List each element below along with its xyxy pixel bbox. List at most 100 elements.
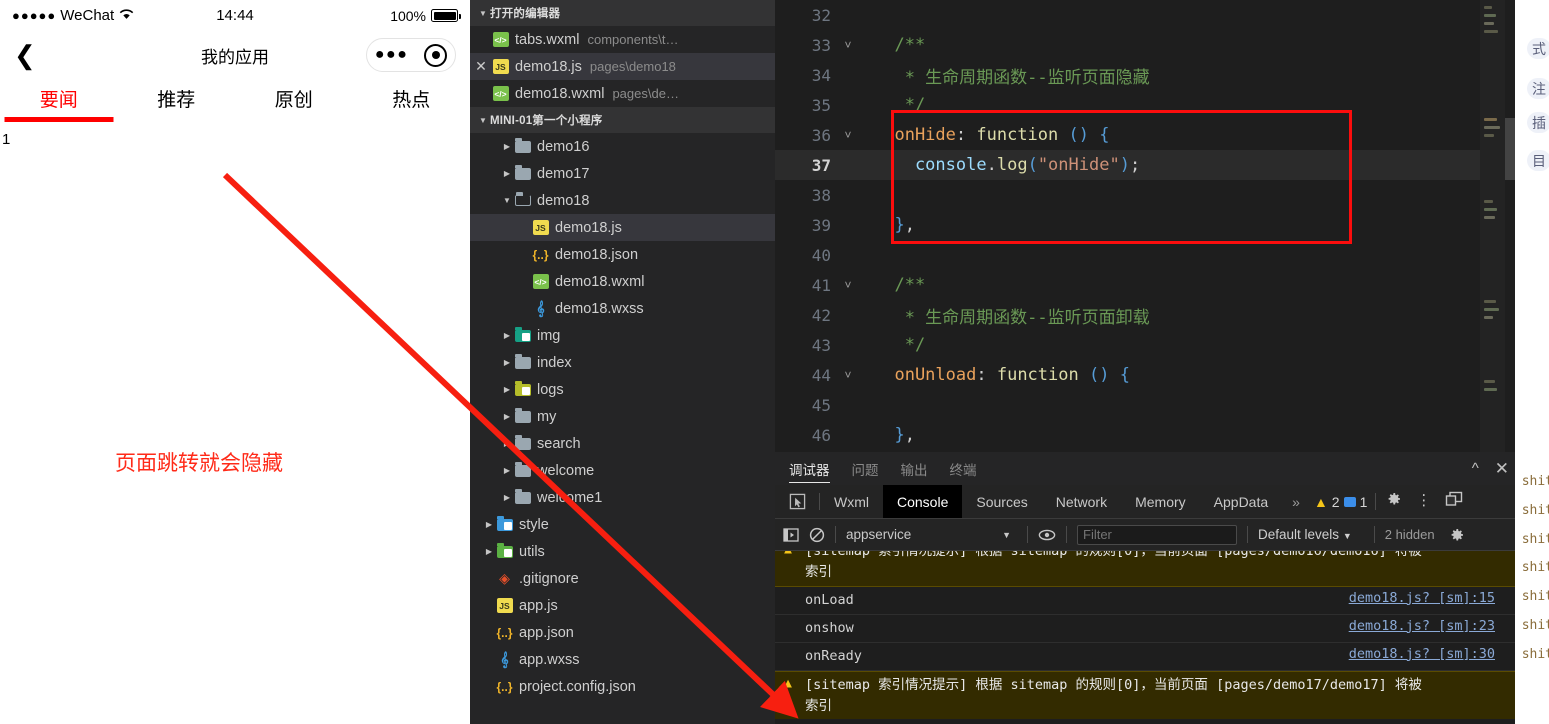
console-message-list[interactable]: ▲ [sitemap 索引情况提示] 根据 sitemap 的规则[0]，当前页面… bbox=[775, 551, 1515, 719]
console-sidebar-icon[interactable] bbox=[783, 527, 799, 542]
ellipsis-icon[interactable]: ●●● bbox=[375, 47, 409, 63]
open-editor-item[interactable]: </> demo18.wxml pages\de… bbox=[470, 80, 775, 107]
twisty-collapsed-icon[interactable]: ▶ bbox=[500, 439, 514, 448]
tree-item-app-json[interactable]: {..} app.json bbox=[470, 619, 775, 646]
twisty-collapsed-icon[interactable]: ▶ bbox=[482, 547, 496, 556]
tree-item-index[interactable]: ▶ index bbox=[470, 349, 775, 376]
tab-redian[interactable]: 热点 bbox=[353, 85, 471, 120]
twisty-collapsed-icon[interactable]: ▶ bbox=[500, 412, 514, 421]
code-line[interactable]: 42 * 生命周期函数--监听页面卸载 bbox=[775, 300, 1515, 330]
code-line[interactable]: 32 bbox=[775, 0, 1515, 30]
code-line[interactable]: 38 bbox=[775, 180, 1515, 210]
tree-item-app-js[interactable]: JS app.js bbox=[470, 592, 775, 619]
issue-counters[interactable]: ▲ 2 1 bbox=[1310, 494, 1367, 510]
code-line[interactable]: 33 ˅ /** bbox=[775, 30, 1515, 60]
twisty-collapsed-icon[interactable]: ▶ bbox=[500, 358, 514, 367]
code-line[interactable]: 44 ˅ onUnload: function () { bbox=[775, 360, 1515, 390]
kebab-menu-icon[interactable]: ⋮ bbox=[1416, 493, 1431, 508]
console-source-link[interactable]: demo18.js? [sm]:30 bbox=[1349, 646, 1515, 662]
tree-item-welcome1[interactable]: ▶ welcome1 bbox=[470, 484, 775, 511]
wechat-capsule-button[interactable]: ●●● bbox=[366, 38, 456, 72]
close-icon[interactable]: ✕ bbox=[1495, 459, 1509, 479]
tree-item-img[interactable]: ▶ img bbox=[470, 322, 775, 349]
devtools-tab-sources[interactable]: Sources bbox=[962, 485, 1041, 518]
console-row[interactable]: ▲ [sitemap 索引情况提示] 根据 sitemap 的规则[0]，当前页面… bbox=[775, 551, 1515, 587]
tab-tuijian[interactable]: 推荐 bbox=[118, 85, 236, 120]
tree-item-project-config-json[interactable]: {..} project.config.json bbox=[470, 673, 775, 700]
tree-item-demo18-wxml[interactable]: </> demo18.wxml bbox=[470, 268, 775, 295]
code-editor[interactable]: 32 33 ˅ /** 34 * 生命周期函数--监听页面隐藏 35 */36 ˅ onH… bbox=[775, 0, 1515, 452]
tree-item-utils[interactable]: ▶ utils bbox=[470, 538, 775, 565]
open-editor-item[interactable]: </> tabs.wxml components\t… bbox=[470, 26, 775, 53]
twisty-collapsed-icon[interactable]: ▶ bbox=[500, 466, 514, 475]
editor-scrollbar-thumb[interactable] bbox=[1505, 118, 1515, 180]
panel-tab-debugger[interactable]: 调试器 bbox=[789, 452, 830, 485]
code-line[interactable]: 37 console.log("onHide"); bbox=[775, 150, 1515, 180]
panel-tab-problems[interactable]: 问题 bbox=[852, 452, 879, 485]
tree-item--gitignore[interactable]: ◈ .gitignore bbox=[470, 565, 775, 592]
console-row[interactable]: onLoad demo18.js? [sm]:15 bbox=[775, 587, 1515, 615]
fold-chevron-icon[interactable]: ˅ bbox=[836, 278, 860, 293]
live-expression-icon[interactable] bbox=[1038, 529, 1056, 541]
code-lines[interactable]: 32 33 ˅ /** 34 * 生命周期函数--监听页面隐藏 35 */36 ˅ onH… bbox=[775, 0, 1515, 450]
tree-item-demo18-js[interactable]: JS demo18.js bbox=[470, 214, 775, 241]
twisty-collapsed-icon[interactable]: ▶ bbox=[500, 331, 514, 340]
tab-yuanchuang[interactable]: 原创 bbox=[235, 85, 353, 120]
tree-item-demo16[interactable]: ▶ demo16 bbox=[470, 133, 775, 160]
panel-tab-terminal[interactable]: 终端 bbox=[950, 452, 977, 485]
console-row[interactable]: ▲ [sitemap 索引情况提示] 根据 sitemap 的规则[0]，当前页面… bbox=[775, 670, 1515, 719]
tree-item-my[interactable]: ▶ my bbox=[470, 403, 775, 430]
tree-item-app-wxss[interactable]: 𝄞 app.wxss bbox=[470, 646, 775, 673]
code-line[interactable]: 45 bbox=[775, 390, 1515, 420]
gear-icon[interactable] bbox=[1386, 491, 1402, 512]
clear-console-icon[interactable] bbox=[809, 527, 825, 543]
project-header[interactable]: ▼ MINI-01第一个小程序 bbox=[470, 107, 775, 133]
devtools-tab-console[interactable]: Console bbox=[883, 485, 963, 518]
code-line[interactable]: 36 ˅ onHide: function () { bbox=[775, 120, 1515, 150]
editor-minimap[interactable] bbox=[1480, 0, 1505, 452]
console-filter-input[interactable] bbox=[1077, 524, 1237, 545]
console-row[interactable]: onReady demo18.js? [sm]:30 bbox=[775, 643, 1515, 671]
devtools-tab-wxml[interactable]: Wxml bbox=[820, 485, 883, 518]
fold-chevron-icon[interactable]: ˅ bbox=[836, 38, 860, 53]
chevron-double-right-icon[interactable]: » bbox=[1282, 494, 1310, 510]
tree-item-welcome[interactable]: ▶ welcome bbox=[470, 457, 775, 484]
gear-icon[interactable] bbox=[1449, 527, 1465, 543]
code-line[interactable]: 39 }, bbox=[775, 210, 1515, 240]
open-editor-item[interactable]: ✕ JS demo18.js pages\demo18 bbox=[470, 53, 775, 80]
chevron-up-icon[interactable]: ^ bbox=[1472, 460, 1479, 477]
code-line[interactable]: 40 bbox=[775, 240, 1515, 270]
code-line[interactable]: 46 }, bbox=[775, 420, 1515, 450]
twisty-collapsed-icon[interactable]: ▶ bbox=[500, 385, 514, 394]
tree-item-demo18-wxss[interactable]: 𝄞 demo18.wxss bbox=[470, 295, 775, 322]
log-level-selector[interactable]: Default levels ▼ bbox=[1258, 527, 1352, 542]
console-source-link[interactable]: demo18.js? [sm]:15 bbox=[1349, 590, 1515, 606]
twisty-collapsed-icon[interactable]: ▶ bbox=[482, 520, 496, 529]
console-row[interactable]: onshow demo18.js? [sm]:23 bbox=[775, 615, 1515, 643]
code-line[interactable]: 41 ˅ /** bbox=[775, 270, 1515, 300]
panel-tab-output[interactable]: 输出 bbox=[901, 452, 928, 485]
tree-item-style[interactable]: ▶ style bbox=[470, 511, 775, 538]
back-chevron-icon[interactable]: ❮ bbox=[14, 42, 44, 68]
tree-item-logs[interactable]: ▶ logs bbox=[470, 376, 775, 403]
fold-chevron-icon[interactable]: ˅ bbox=[836, 128, 860, 143]
tab-yaowen[interactable]: 要闻 bbox=[0, 85, 118, 120]
twisty-collapsed-icon[interactable]: ▶ bbox=[500, 142, 514, 151]
close-icon[interactable]: ✕ bbox=[470, 58, 492, 75]
fold-chevron-icon[interactable]: ˅ bbox=[836, 368, 860, 383]
devtools-tab-network[interactable]: Network bbox=[1042, 485, 1121, 518]
tree-item-demo18-json[interactable]: {..} demo18.json bbox=[470, 241, 775, 268]
twisty-collapsed-icon[interactable]: ▶ bbox=[500, 169, 514, 178]
open-editors-header[interactable]: ▼ 打开的编辑器 bbox=[470, 0, 775, 26]
code-line[interactable]: 34 * 生命周期函数--监听页面隐藏 bbox=[775, 60, 1515, 90]
twisty-collapsed-icon[interactable]: ▶ bbox=[500, 493, 514, 502]
devtools-tab-appdata[interactable]: AppData bbox=[1200, 485, 1282, 518]
twisty-expanded-icon[interactable]: ▼ bbox=[500, 196, 514, 205]
devtools-tab-memory[interactable]: Memory bbox=[1121, 485, 1200, 518]
code-line[interactable]: 43 */ bbox=[775, 330, 1515, 360]
console-context-selector[interactable]: appservice ▼ bbox=[846, 527, 1017, 542]
dock-panel-icon[interactable] bbox=[1445, 491, 1463, 512]
console-source-link[interactable]: demo18.js? [sm]:23 bbox=[1349, 618, 1515, 634]
tree-item-demo17[interactable]: ▶ demo17 bbox=[470, 160, 775, 187]
tree-item-demo18[interactable]: ▼ demo18 bbox=[470, 187, 775, 214]
